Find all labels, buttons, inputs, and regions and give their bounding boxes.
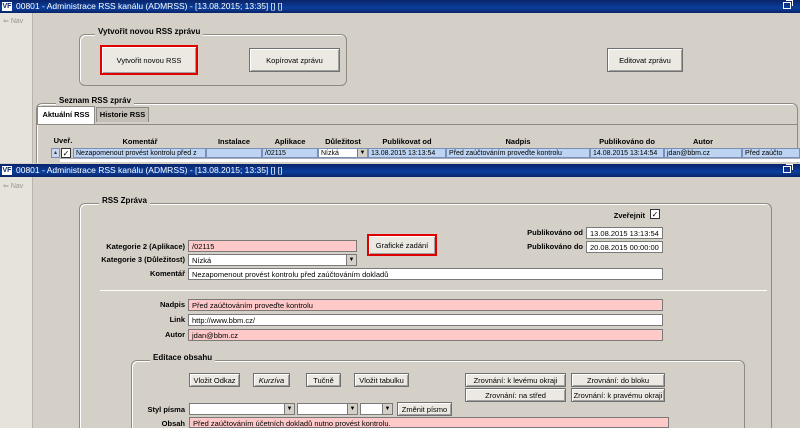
pub-od-field[interactable]: 13.08.2015 13:13:54 xyxy=(586,227,663,239)
link-field[interactable]: http://www.bbm.cz/ xyxy=(188,314,663,326)
chevron-down-icon[interactable]: ▼ xyxy=(347,404,357,414)
autor-field[interactable]: jdan@bbm.cz xyxy=(188,329,663,341)
align-left-button[interactable]: Zrovnání: k levému okraji xyxy=(465,373,566,387)
kategorie3-label: Kategorie 3 (Důležitost) xyxy=(101,255,185,264)
nadpis-field[interactable]: Před zaúčtováním proveďte kontrolu xyxy=(188,299,663,311)
divider xyxy=(100,290,767,291)
group-rss-list-label: Seznam RSS zpráv xyxy=(56,96,135,105)
zverejnit-label: Zveřejnit xyxy=(613,211,645,220)
font-color-select[interactable]: ▼ xyxy=(360,403,393,415)
zverejnit-checkbox[interactable]: ✓ xyxy=(650,209,660,219)
col-header-publikovano-do[interactable]: Publikováno do xyxy=(590,137,664,147)
cell-publikovano-do[interactable]: 14.08.2015 13:14:54 xyxy=(590,148,664,158)
graficke-zadani-button[interactable]: Grafické zadání xyxy=(367,234,437,256)
obsah-field[interactable]: Před zaúčtováním účetních dokladů nutno … xyxy=(189,417,669,428)
group-create-new-label: Vytvořit novou RSS zprávu xyxy=(95,27,204,36)
col-header-uver[interactable]: Uveř. xyxy=(52,136,74,146)
cell-komentar[interactable]: Nezapomenout provést kontrolu před z xyxy=(73,148,206,158)
kategorie2-label: Kategorie 2 (Aplikace) xyxy=(106,242,185,251)
styl-pisma-label: Styl písma xyxy=(147,405,185,414)
window1-titlebar[interactable]: VF 00801 - Administrace RSS kanálu (ADMRS… xyxy=(0,0,800,13)
window2-nav-panel: ⇐ Nav xyxy=(0,177,33,428)
app-logo-icon: VF xyxy=(2,2,12,11)
bold-button[interactable]: Tučně xyxy=(306,373,341,387)
tab-current-rss[interactable]: Aktuální RSS xyxy=(37,106,95,124)
kategorie2-field[interactable]: /02115 xyxy=(188,240,357,252)
restore-window-icon[interactable] xyxy=(783,0,793,9)
nav-arrow-icon: ⇐ xyxy=(3,183,9,190)
insert-link-button[interactable]: Vložit Odkaz xyxy=(189,373,240,387)
chevron-down-icon[interactable]: ▼ xyxy=(382,404,392,414)
nav-arrow-icon: ⇐ xyxy=(3,18,9,25)
komentar-field[interactable]: Nezapomenout provést kontrolu před zaúčt… xyxy=(188,268,663,280)
col-header-nadpis[interactable]: Nadpis xyxy=(446,137,590,147)
pub-do-field[interactable]: 20.08.2015 00:00:00 xyxy=(586,241,663,253)
table-row-scroll-icon[interactable]: ▴ xyxy=(51,148,60,158)
table-row-empty xyxy=(60,158,800,162)
window2-titlebar[interactable]: VF 00801 - Administrace RSS kanálu (ADMRS… xyxy=(0,164,800,177)
edit-message-button[interactable]: Editovat zprávu xyxy=(607,48,683,72)
chevron-down-icon[interactable]: ▼ xyxy=(346,255,356,265)
font-family-select[interactable]: ▼ xyxy=(189,403,295,415)
col-header-autor[interactable]: Autor xyxy=(664,137,742,147)
col-header-instalace[interactable]: Instalace xyxy=(206,137,262,147)
copy-message-button[interactable]: Kopírovat zprávu xyxy=(249,48,340,72)
nadpis-label: Nadpis xyxy=(159,300,185,309)
col-header-aplikace[interactable]: Aplikace xyxy=(262,137,318,147)
kategorie3-select[interactable]: Nízká ▼ xyxy=(188,254,357,266)
cell-publikovat-od[interactable]: 13.08.2015 13:13:54 xyxy=(368,148,446,158)
obsah-label: Obsah xyxy=(161,419,185,428)
window1-title: 00801 - Administrace RSS kanálu (ADMRSS)… xyxy=(16,1,283,11)
cell-aplikace[interactable]: /02115 xyxy=(262,148,318,158)
italic-button[interactable]: Kurzíva xyxy=(253,373,290,387)
table-row[interactable]: Nezapomenout provést kontrolu před z /02… xyxy=(73,148,800,158)
app-logo-icon: VF xyxy=(2,166,12,175)
align-block-button[interactable]: Zrovnání: do bloku xyxy=(571,373,665,387)
group-rss-message-label: RSS Zpráva xyxy=(99,196,150,205)
pub-do-label: Publikováno do xyxy=(527,242,583,251)
create-new-rss-button[interactable]: Vytvořit novou RSS xyxy=(100,45,198,75)
cell-extra[interactable]: Před zaúčto xyxy=(742,148,800,158)
row-published-checkbox[interactable]: ✓ xyxy=(61,148,71,158)
col-header-komentar[interactable]: Komentář xyxy=(74,137,206,147)
font-size-select[interactable]: ▼ xyxy=(297,403,358,415)
change-font-button[interactable]: Změnit písmo xyxy=(397,402,452,416)
insert-table-button[interactable]: Vložit tabulku xyxy=(354,373,409,387)
align-right-button[interactable]: Zrovnání: k pravému okraji xyxy=(571,388,665,402)
cell-instalace[interactable] xyxy=(206,148,262,158)
col-header-dulezitost[interactable]: Důležitost xyxy=(318,137,368,147)
cell-nadpis[interactable]: Před zaúčtováním proveďte kontrolu xyxy=(446,148,590,158)
nav-label[interactable]: ⇐ Nav xyxy=(3,17,23,25)
nav-label[interactable]: ⇐ Nav xyxy=(3,182,23,190)
link-label: Link xyxy=(169,315,185,324)
tab-rss-history[interactable]: Historie RSS xyxy=(96,107,149,122)
chevron-down-icon[interactable]: ▼ xyxy=(284,404,294,414)
pub-od-label: Publikováno od xyxy=(527,228,583,237)
cell-dulezitost[interactable]: Nízká ▼ xyxy=(318,148,368,158)
align-center-button[interactable]: Zrovnání: na střed xyxy=(465,388,566,402)
cell-autor[interactable]: jdan@bbm.cz xyxy=(664,148,742,158)
restore-window-icon[interactable] xyxy=(783,164,793,173)
group-edit-content-label: Editace obsahu xyxy=(150,353,216,362)
window1-nav-panel: ⇐ Nav xyxy=(0,13,33,163)
komentar-label: Komentář xyxy=(149,269,185,278)
tab-panel-border xyxy=(36,124,798,125)
autor-label: Autor xyxy=(165,330,185,339)
col-header-publikovat-od[interactable]: Publikovat od xyxy=(368,137,446,147)
window2-title: 00801 - Administrace RSS kanálu (ADMRSS)… xyxy=(16,165,283,175)
chevron-down-icon[interactable]: ▼ xyxy=(357,149,367,157)
